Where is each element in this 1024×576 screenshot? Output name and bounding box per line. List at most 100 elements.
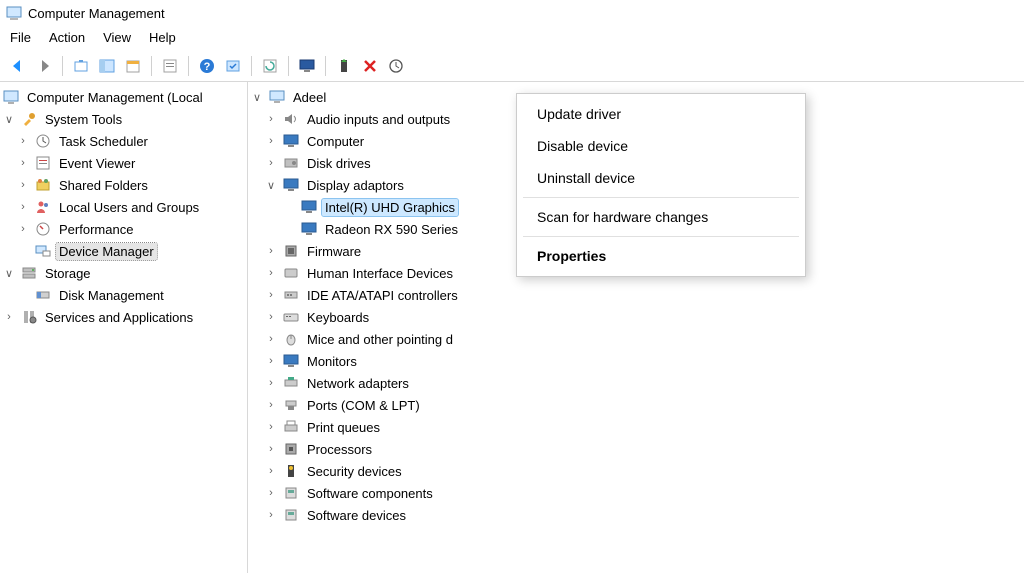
expand-icon[interactable]: › bbox=[16, 157, 30, 169]
security-icon bbox=[282, 462, 300, 480]
titlebar: Computer Management bbox=[0, 0, 1024, 26]
expand-icon[interactable]: › bbox=[264, 267, 278, 279]
device-tree-pane[interactable]: ∨ Adeel › Audio inputs and outputs › Com… bbox=[248, 82, 1024, 573]
toolbar-separator bbox=[188, 56, 189, 76]
tree-item-system-tools[interactable]: ∨ System Tools bbox=[2, 108, 245, 130]
menu-disable-device[interactable]: Disable device bbox=[517, 130, 805, 162]
action-button[interactable] bbox=[221, 54, 245, 78]
tree-item-device-manager[interactable]: › Device Manager bbox=[2, 240, 245, 262]
services-icon bbox=[20, 308, 38, 326]
menu-view[interactable]: View bbox=[103, 30, 131, 45]
device-cat-ide[interactable]: › IDE ATA/ATAPI controllers bbox=[250, 284, 1022, 306]
device-manager-icon bbox=[34, 242, 52, 260]
tree-item-local-users[interactable]: › Local Users and Groups bbox=[2, 196, 245, 218]
tree-item-disk-management[interactable]: › Disk Management bbox=[2, 284, 245, 306]
update-driver-button[interactable] bbox=[332, 54, 356, 78]
collapse-icon[interactable]: ∨ bbox=[2, 113, 16, 126]
menu-properties[interactable]: Properties bbox=[517, 240, 805, 272]
printer-icon bbox=[282, 418, 300, 436]
tree-item-shared-folders[interactable]: › Shared Folders bbox=[2, 174, 245, 196]
mouse-icon bbox=[282, 330, 300, 348]
expand-icon[interactable]: › bbox=[264, 135, 278, 147]
calendar-button[interactable] bbox=[121, 54, 145, 78]
device-cat-network[interactable]: › Network adapters bbox=[250, 372, 1022, 394]
tree-item-storage[interactable]: ∨ Storage bbox=[2, 262, 245, 284]
gpu-icon bbox=[300, 198, 318, 216]
expand-icon[interactable]: › bbox=[16, 201, 30, 213]
tree-root-computer-mgmt[interactable]: Computer Management (Local bbox=[2, 86, 245, 108]
tree-item-services[interactable]: › Services and Applications bbox=[2, 306, 245, 328]
expand-icon[interactable]: › bbox=[264, 509, 278, 521]
menu-separator bbox=[523, 197, 799, 198]
delete-button[interactable] bbox=[358, 54, 382, 78]
collapse-icon[interactable]: ∨ bbox=[2, 267, 16, 280]
device-cat-processors[interactable]: › Processors bbox=[250, 438, 1022, 460]
expand-icon[interactable]: › bbox=[16, 135, 30, 147]
port-icon bbox=[282, 396, 300, 414]
keyboard-icon bbox=[282, 308, 300, 326]
expand-icon[interactable]: › bbox=[264, 157, 278, 169]
tree-item-task-scheduler[interactable]: › Task Scheduler bbox=[2, 130, 245, 152]
navigation-pane[interactable]: Computer Management (Local ∨ System Tool… bbox=[0, 82, 248, 573]
shared-icon bbox=[34, 176, 52, 194]
refresh-button[interactable] bbox=[258, 54, 282, 78]
device-cat-monitors[interactable]: › Monitors bbox=[250, 350, 1022, 372]
computer-icon bbox=[268, 88, 286, 106]
speaker-icon bbox=[282, 110, 300, 128]
toolbar-separator bbox=[151, 56, 152, 76]
device-cat-mice[interactable]: › Mice and other pointing d bbox=[250, 328, 1022, 350]
menu-uninstall-device[interactable]: Uninstall device bbox=[517, 162, 805, 194]
back-button[interactable] bbox=[6, 54, 30, 78]
expand-icon[interactable]: › bbox=[264, 289, 278, 301]
device-cat-print[interactable]: › Print queues bbox=[250, 416, 1022, 438]
expand-icon[interactable]: › bbox=[264, 355, 278, 367]
tree-item-performance[interactable]: › Performance bbox=[2, 218, 245, 240]
menu-file[interactable]: File bbox=[10, 30, 31, 45]
scan-button[interactable] bbox=[384, 54, 408, 78]
toolbar: ? bbox=[0, 51, 1024, 81]
collapse-icon[interactable]: ∨ bbox=[264, 179, 278, 192]
cpu-icon bbox=[282, 440, 300, 458]
menu-help[interactable]: Help bbox=[149, 30, 176, 45]
software-icon bbox=[282, 506, 300, 524]
menu-action[interactable]: Action bbox=[49, 30, 85, 45]
expand-icon[interactable]: › bbox=[264, 487, 278, 499]
up-button[interactable] bbox=[69, 54, 93, 78]
toolbar-separator bbox=[62, 56, 63, 76]
expand-icon[interactable]: › bbox=[264, 311, 278, 323]
expand-icon[interactable]: › bbox=[264, 421, 278, 433]
monitor-icon bbox=[282, 132, 300, 150]
expand-icon[interactable]: › bbox=[16, 179, 30, 191]
monitor-button[interactable] bbox=[295, 54, 319, 78]
device-cat-ports[interactable]: › Ports (COM & LPT) bbox=[250, 394, 1022, 416]
menu-scan-hardware[interactable]: Scan for hardware changes bbox=[517, 201, 805, 233]
expand-icon[interactable]: › bbox=[264, 113, 278, 125]
users-icon bbox=[34, 198, 52, 216]
device-cat-sw-components[interactable]: › Software components bbox=[250, 482, 1022, 504]
expand-icon[interactable]: › bbox=[2, 311, 16, 323]
expand-icon[interactable]: › bbox=[16, 223, 30, 235]
expand-icon[interactable]: › bbox=[264, 377, 278, 389]
expand-icon[interactable]: › bbox=[264, 465, 278, 477]
device-cat-security[interactable]: › Security devices bbox=[250, 460, 1022, 482]
help-button[interactable]: ? bbox=[195, 54, 219, 78]
expand-icon[interactable]: › bbox=[264, 333, 278, 345]
event-icon bbox=[34, 154, 52, 172]
expand-icon[interactable]: › bbox=[264, 443, 278, 455]
device-cat-sw-devices[interactable]: › Software devices bbox=[250, 504, 1022, 526]
expand-icon[interactable]: › bbox=[264, 245, 278, 257]
menu-update-driver[interactable]: Update driver bbox=[517, 98, 805, 130]
forward-button[interactable] bbox=[32, 54, 56, 78]
clock-icon bbox=[34, 132, 52, 150]
expand-icon[interactable]: › bbox=[264, 399, 278, 411]
tree-item-event-viewer[interactable]: › Event Viewer bbox=[2, 152, 245, 174]
content-area: Computer Management (Local ∨ System Tool… bbox=[0, 81, 1024, 573]
toolbar-separator bbox=[288, 56, 289, 76]
device-cat-keyboards[interactable]: › Keyboards bbox=[250, 306, 1022, 328]
network-icon bbox=[282, 374, 300, 392]
disk-icon bbox=[282, 154, 300, 172]
menu-separator bbox=[523, 236, 799, 237]
show-hide-tree-button[interactable] bbox=[95, 54, 119, 78]
properties-button[interactable] bbox=[158, 54, 182, 78]
collapse-icon[interactable]: ∨ bbox=[250, 91, 264, 104]
